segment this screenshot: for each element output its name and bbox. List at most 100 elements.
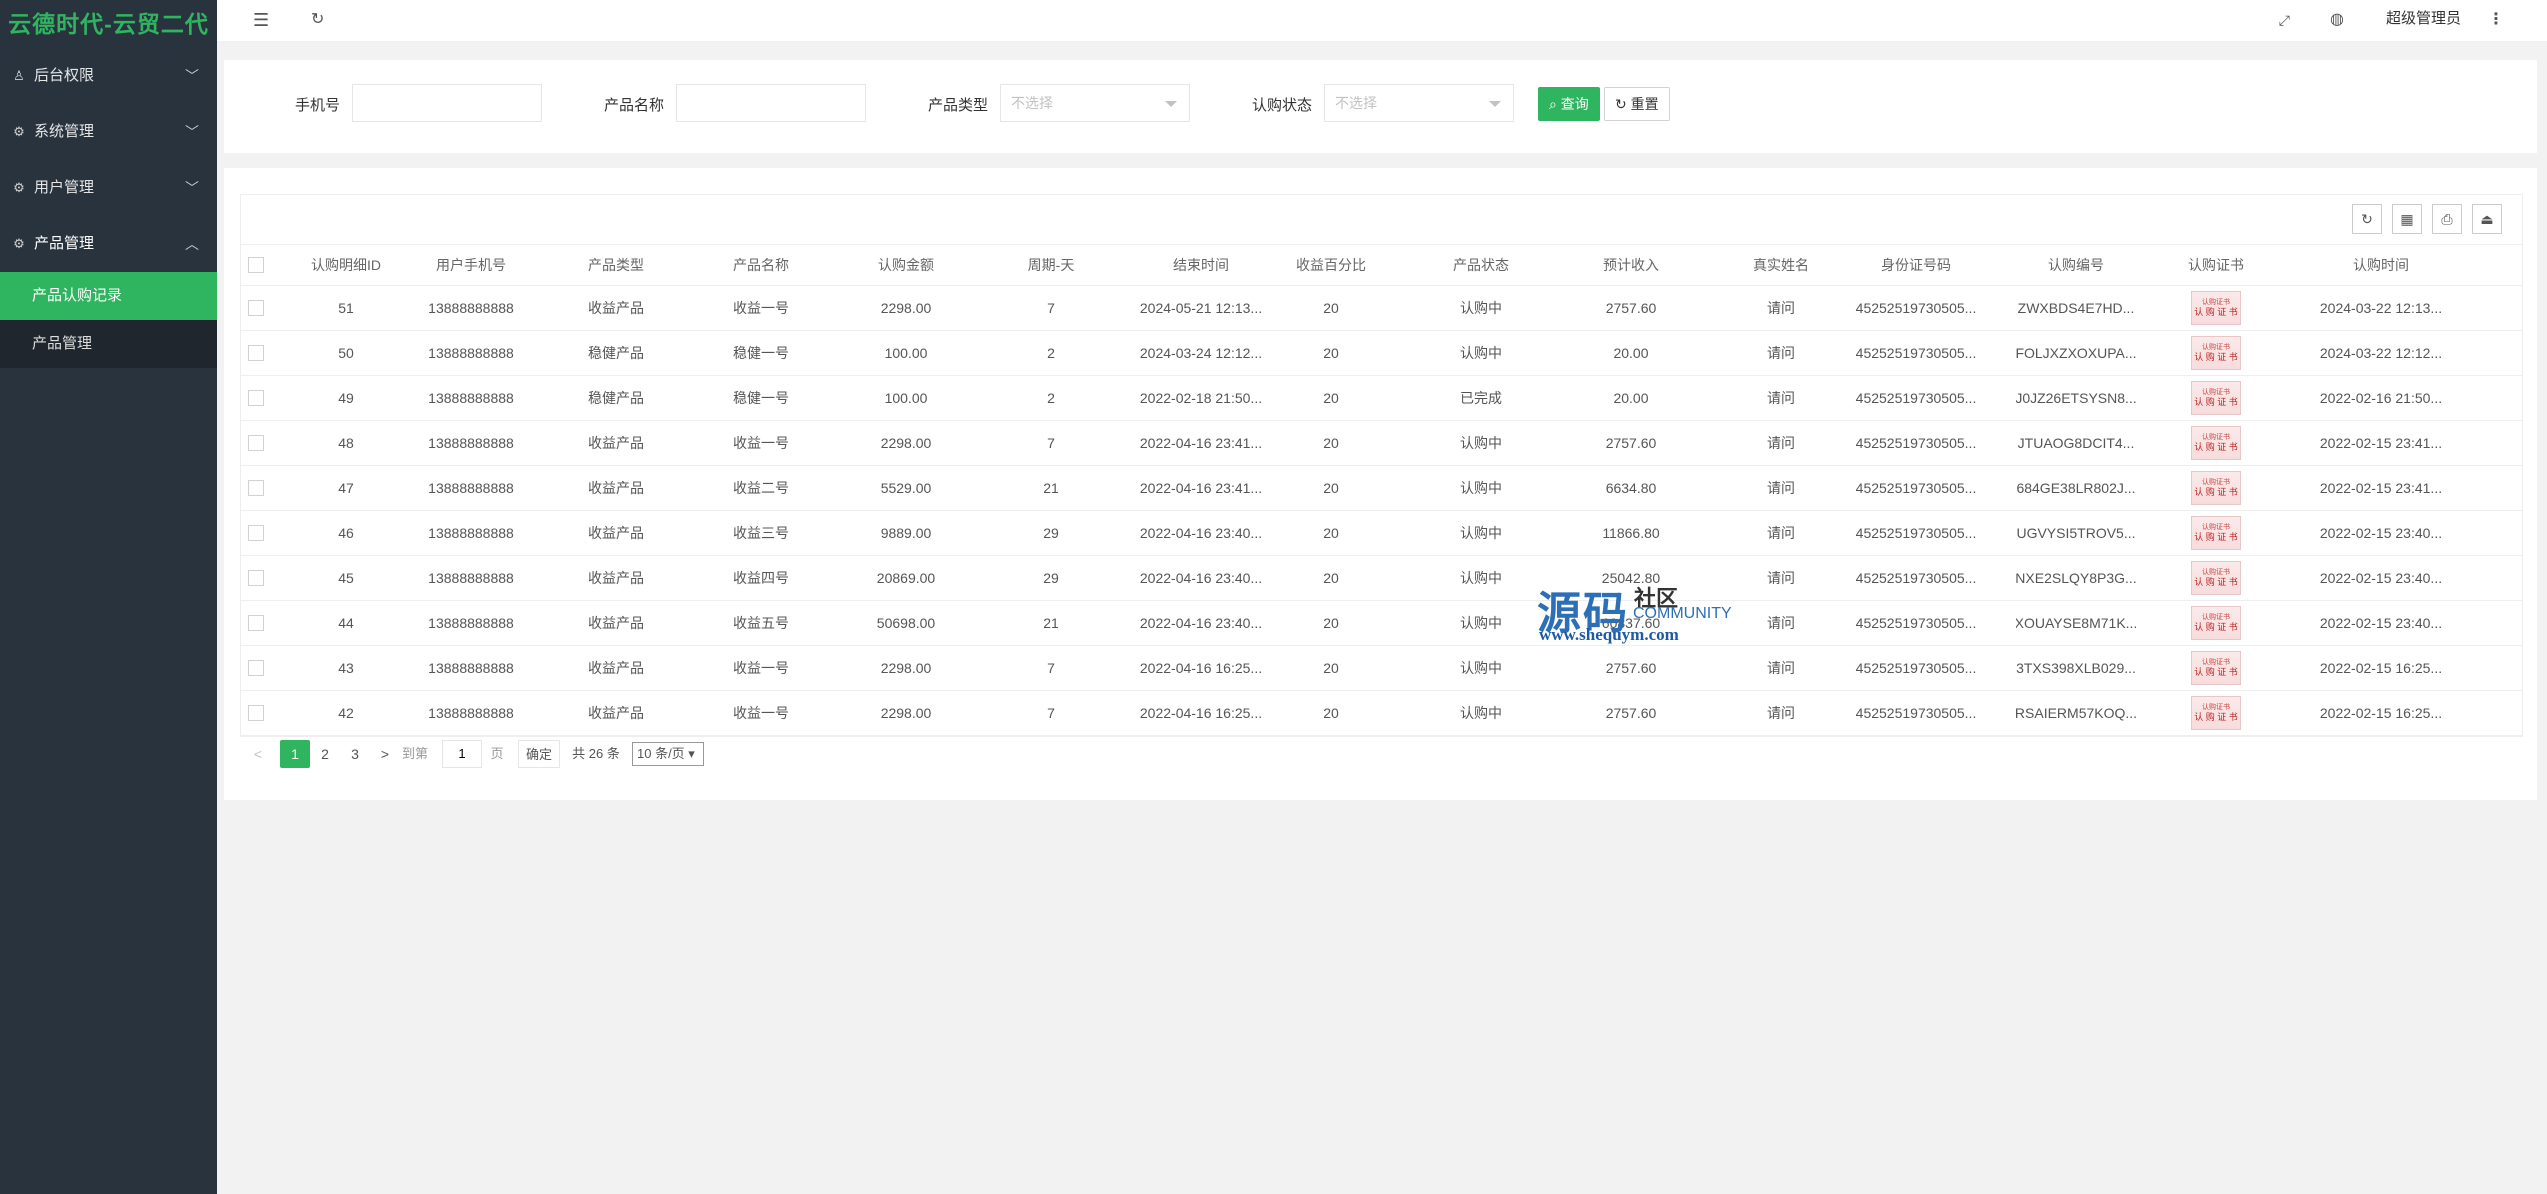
certificate-cell: 认购证书认 购 证 书	[2166, 421, 2266, 465]
sidebar-item-label: 产品管理	[34, 235, 95, 252]
more-icon[interactable]: ⋮	[2488, 0, 2504, 40]
status-select[interactable]: 不选择	[1324, 84, 1514, 122]
table-cell: 45252519730505...	[1855, 300, 1977, 316]
page-button[interactable]: 2	[310, 740, 340, 768]
table-cell: 47	[338, 480, 354, 496]
table-cell: 43	[338, 660, 354, 676]
select-all-checkbox[interactable]	[248, 257, 264, 273]
table-cell: 2022-04-16 23:40...	[1139, 525, 1263, 541]
table-cell: 请问	[1767, 390, 1795, 406]
table-row: 42 13888888888 收益产品 收益一号 2298.00 7 2022-04-16 …	[241, 691, 2522, 736]
watermark-community-text: COMMUNITY	[1633, 605, 1732, 622]
table-cell: 51	[338, 300, 354, 316]
table-cell: 45252519730505...	[1855, 660, 1977, 676]
checkbox-cell	[241, 245, 271, 285]
search-icon: ⌕	[1549, 96, 1557, 112]
row-checkbox[interactable]	[248, 435, 264, 451]
table-cell: 收益产品	[588, 615, 644, 631]
page-button[interactable]: 1	[280, 740, 310, 768]
checkbox-cell	[241, 511, 271, 555]
certificate-main-text: 认 购 证 书	[2194, 576, 2238, 587]
phone-input[interactable]	[352, 84, 542, 122]
certificate-thumbnail[interactable]: 认购证书认 购 证 书	[2191, 471, 2241, 505]
table-cell: 2298.00	[880, 300, 932, 316]
certificate-top-text: 认购证书	[2202, 523, 2230, 531]
refresh-icon[interactable]: ↻	[311, 0, 324, 40]
table-cell: 20	[1323, 480, 1339, 496]
sidebar-nav: ♙ 后台权限 ﹀ ⚙ 系统管理 ﹀ ⚙ 用户管理 ﹀ ⚙ 产品管理 ︿ 产品认购记录 产品管理	[0, 48, 217, 368]
table-cell: 13888888888	[428, 390, 514, 406]
table-cell: 收益产品	[588, 705, 644, 721]
fullscreen-icon[interactable]: ⤢	[2279, 0, 2290, 40]
sidebar-item[interactable]: ⚙ 产品管理 ︿	[0, 216, 217, 272]
table-cell: 2022-04-16 23:41...	[1139, 480, 1263, 496]
row-checkbox[interactable]	[248, 390, 264, 406]
goto-confirm-button[interactable]: 确定	[518, 740, 560, 768]
row-checkbox[interactable]	[248, 705, 264, 721]
table-cell: 收益一号	[733, 705, 789, 721]
page-button[interactable]: 3	[340, 740, 370, 768]
gear-icon: ⚙	[13, 180, 25, 195]
next-page-button[interactable]: >	[376, 740, 394, 768]
certificate-top-text: 认购证书	[2202, 703, 2230, 711]
menu-fold-icon[interactable]: ☰	[253, 0, 269, 40]
row-checkbox[interactable]	[248, 660, 264, 676]
page-size-select[interactable]: 10 条/页 ▾	[632, 742, 704, 766]
certificate-thumbnail[interactable]: 认购证书认 购 证 书	[2191, 426, 2241, 460]
certificate-thumbnail[interactable]: 认购证书认 购 证 书	[2191, 336, 2241, 370]
row-checkbox[interactable]	[248, 480, 264, 496]
row-checkbox[interactable]	[248, 525, 264, 541]
table-cell: 45252519730505...	[1855, 570, 1977, 586]
sidebar-item[interactable]: ♙ 后台权限 ﹀	[0, 48, 217, 104]
certificate-thumbnail[interactable]: 认购证书认 购 证 书	[2191, 606, 2241, 640]
table-cell: 2022-02-15 16:25...	[2319, 705, 2443, 721]
table-cell: 11866.80	[1602, 525, 1660, 541]
print-icon[interactable]: ⎙	[2432, 204, 2462, 234]
watermark-logo: 源码 社区 COMMUNITY www.shequym.com	[1537, 575, 1737, 645]
table-cell: 45252519730505...	[1855, 480, 1977, 496]
product-name-input[interactable]	[676, 84, 866, 122]
certificate-thumbnail[interactable]: 认购证书认 购 证 书	[2191, 561, 2241, 595]
table-cell: 20	[1323, 570, 1339, 586]
table-cell: 45252519730505...	[1855, 345, 1977, 361]
goto-page-input[interactable]	[442, 740, 482, 768]
sidebar-subitem[interactable]: 产品认购记录	[0, 272, 217, 320]
certificate-thumbnail[interactable]: 认购证书认 购 证 书	[2191, 381, 2241, 415]
sidebar-item[interactable]: ⚙ 系统管理 ﹀	[0, 104, 217, 160]
table-cell: 13888888888	[428, 525, 514, 541]
admin-username[interactable]: 超级管理员	[2386, 0, 2461, 38]
certificate-thumbnail[interactable]: 认购证书认 购 证 书	[2191, 291, 2241, 325]
sidebar-subitem[interactable]: 产品管理	[0, 320, 217, 368]
sidebar-item[interactable]: ⚙ 用户管理 ﹀	[0, 160, 217, 216]
certificate-thumbnail[interactable]: 认购证书认 购 证 书	[2191, 696, 2241, 730]
globe-icon[interactable]: ◍	[2330, 0, 2344, 40]
top-header: ☰ ↻ ⤢ ◍ 超级管理员 ⋮	[217, 0, 2547, 42]
row-checkbox[interactable]	[248, 570, 264, 586]
table-cell: 5529.00	[880, 480, 932, 496]
sidebar-item-label: 用户管理	[34, 179, 95, 196]
table-cell: 收益产品	[588, 525, 644, 541]
prev-page-button[interactable]: <	[248, 740, 268, 768]
table-cell: 20	[1323, 390, 1339, 406]
table-cell: 13888888888	[428, 615, 514, 631]
refresh-icon[interactable]: ↻	[2352, 204, 2382, 234]
table-cell: 20.00	[1613, 390, 1649, 406]
export-icon[interactable]: ⏏	[2472, 204, 2502, 234]
table-cell: 684GE38LR802J...	[2016, 480, 2136, 496]
table-cell: 收益一号	[733, 435, 789, 451]
certificate-cell: 认购证书认 购 证 书	[2166, 466, 2266, 510]
reset-button[interactable]: ↻ 重置	[1604, 87, 1670, 121]
table-cell: 7	[1047, 300, 1055, 316]
columns-icon[interactable]: ▦	[2392, 204, 2422, 234]
query-button[interactable]: ⌕ 查询	[1538, 87, 1600, 121]
certificate-thumbnail[interactable]: 认购证书认 购 证 书	[2191, 651, 2241, 685]
row-checkbox[interactable]	[248, 345, 264, 361]
certificate-thumbnail[interactable]: 认购证书认 购 证 书	[2191, 516, 2241, 550]
sidebar-submenu: 产品认购记录 产品管理	[0, 272, 217, 368]
table-cell: JTUAOG8DCIT4...	[2017, 435, 2135, 451]
table-cell: 20	[1323, 705, 1339, 721]
row-checkbox[interactable]	[248, 300, 264, 316]
row-checkbox[interactable]	[248, 615, 264, 631]
checkbox-cell	[241, 556, 271, 600]
product-type-select[interactable]: 不选择	[1000, 84, 1190, 122]
